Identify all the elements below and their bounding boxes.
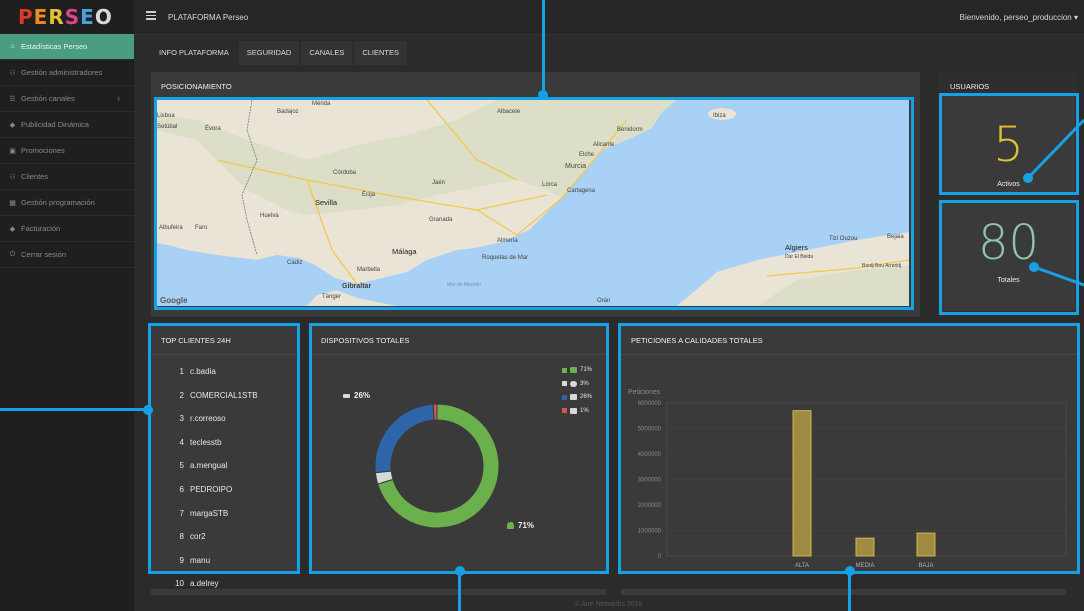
callout-dot-map xyxy=(538,90,548,100)
sidebar-item-label: Clientes xyxy=(21,172,49,181)
positioning-title: POSICIONAMIENTO xyxy=(161,82,232,91)
sidebar-item[interactable]: ⚇ Clientes xyxy=(0,164,134,190)
tag-icon: ◆ xyxy=(9,225,16,233)
sidebar-item[interactable]: ◆ Facturación xyxy=(0,216,134,242)
tab[interactable]: SEGURIDAD xyxy=(238,41,300,65)
tab[interactable]: CANALES xyxy=(301,41,353,65)
users-title: USUARIOS xyxy=(950,82,990,91)
footer: © Aire Networks 2016 xyxy=(151,589,1066,611)
callout-dot-clients xyxy=(143,405,153,415)
callout-line-map xyxy=(542,0,545,97)
callout-line-devices xyxy=(458,570,461,611)
tag-icon: ◆ xyxy=(9,121,16,129)
highlight-requests xyxy=(618,323,1080,574)
sidebar-item[interactable]: ⚇ Gestión administradores xyxy=(0,60,134,86)
sidebar-item-label: Promociones xyxy=(21,146,65,155)
users-icon: ⚇ xyxy=(9,69,16,77)
tab[interactable]: CLIENTES xyxy=(354,41,408,65)
callout-line-requests xyxy=(848,570,851,611)
chevron-left-icon: ‹ xyxy=(117,94,120,103)
sidebar-nav: ⌂ Estadísticas Perseo ⚇ Gestión administrad… xyxy=(0,34,134,268)
users-icon: ⚇ xyxy=(9,173,16,181)
callout-line-clients xyxy=(0,408,150,411)
power-icon: ⏻ xyxy=(9,250,16,258)
sidebar-item[interactable]: ▣ Promociones xyxy=(0,138,134,164)
sidebar-item-label: Estadísticas Perseo xyxy=(21,42,88,51)
callout-line-active xyxy=(1023,118,1084,183)
sidebar-item[interactable]: ⏻ Cerrar sesión xyxy=(0,242,134,268)
user-menu[interactable]: Bienvenido, perseo_produccion ▾ xyxy=(960,13,1078,22)
sidebar-item-label: Publicidad Dinámica xyxy=(21,120,89,129)
gift-icon: ▣ xyxy=(9,147,16,155)
sidebar-item[interactable]: ⌂ Estadísticas Perseo xyxy=(0,34,134,60)
sidebar-item[interactable]: ☰ Gestión canales ‹ xyxy=(0,86,134,112)
sidebar-item-label: Gestión programación xyxy=(21,198,95,207)
footer-text: © Aire Networks 2016 xyxy=(574,601,643,608)
client-name: a.delrey xyxy=(190,579,219,589)
callout-dot-devices xyxy=(455,566,465,576)
sidebar-item-label: Facturación xyxy=(21,224,61,233)
highlight-map xyxy=(154,97,914,310)
list-icon: ☰ xyxy=(9,95,16,103)
logo[interactable]: PERSEO xyxy=(0,0,134,34)
sidebar-item-label: Gestión administradores xyxy=(21,68,103,77)
menu-icon[interactable] xyxy=(146,11,156,20)
top-bar: PLATAFORMA Perseo Bienvenido, perseo_pro… xyxy=(134,0,1084,35)
app-window: PERSEO ⌂ Estadísticas Perseo ⚇ Gestión admi… xyxy=(0,0,1084,611)
tab[interactable]: INFO PLATAFORMA xyxy=(151,41,237,65)
highlight-top-clients xyxy=(148,323,300,574)
sidebar-item[interactable]: ◆ Publicidad Dinámica xyxy=(0,112,134,138)
home-icon: ⌂ xyxy=(10,43,15,50)
callout-line-total xyxy=(1029,262,1084,287)
callout-dot-requests xyxy=(845,566,855,576)
sidebar-item-label: Cerrar sesión xyxy=(21,250,67,259)
calendar-icon: ▦ xyxy=(9,199,16,207)
client-rank: 10 xyxy=(175,579,184,589)
sidebar-item[interactable]: ▦ Gestión programación xyxy=(0,190,134,216)
list-item: 10 a.delrey xyxy=(170,579,218,588)
tab-bar: INFO PLATAFORMA SEGURIDAD CANALES CLIENTES xyxy=(151,41,409,65)
app-title: PLATAFORMA Perseo xyxy=(168,13,249,22)
sidebar: PERSEO ⌂ Estadísticas Perseo ⚇ Gestión admi… xyxy=(0,0,134,611)
highlight-devices xyxy=(309,323,609,574)
sidebar-item-label: Gestión canales xyxy=(21,94,75,103)
